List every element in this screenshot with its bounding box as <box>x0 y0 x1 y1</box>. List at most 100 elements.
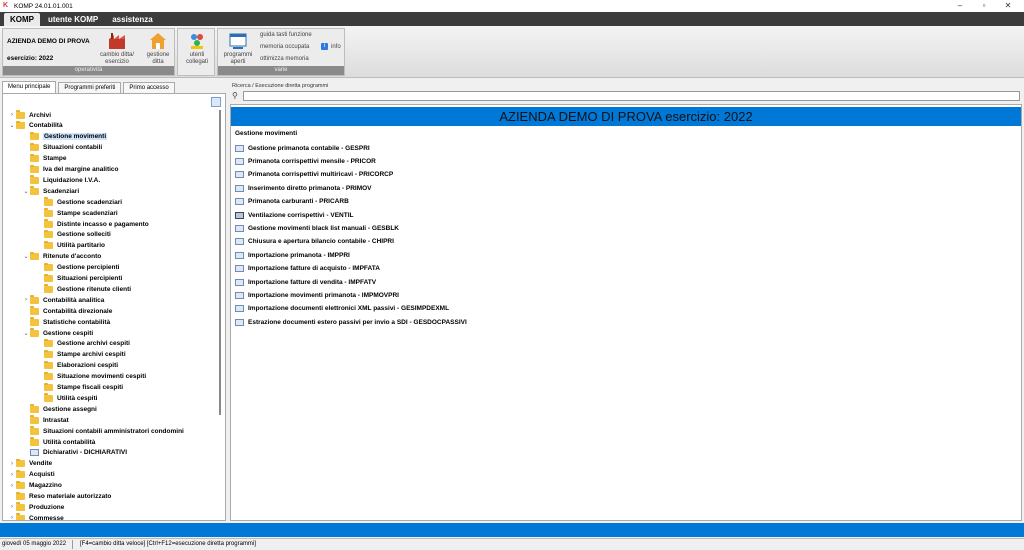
tree-item[interactable]: Iva del margine analitico <box>22 164 119 175</box>
cambio-ditta-button[interactable]: cambio ditta/ esercizio <box>97 32 137 66</box>
collapse-chevron-icon[interactable]: ⌄ <box>22 188 30 195</box>
tree-item[interactable]: › Produzione <box>8 502 64 512</box>
expand-chevron-icon[interactable]: › <box>8 483 16 489</box>
tree-item[interactable]: Contabilità direzionale <box>22 306 112 316</box>
expand-chevron-icon[interactable]: › <box>8 461 16 467</box>
collapse-chevron-icon[interactable]: ⌄ <box>8 122 16 129</box>
tree-item[interactable]: ⌄ Scadenziari <box>22 186 79 196</box>
expand-chevron-icon[interactable]: › <box>22 297 30 303</box>
tree-item-label: Distinte incasso e pagamento <box>57 220 149 228</box>
folder-icon <box>30 404 39 413</box>
tree-item-label: Liquidazione I.V.A. <box>43 176 101 184</box>
tree-item[interactable]: Utilità cespiti <box>36 393 97 403</box>
tree-item[interactable]: Intrastat <box>22 415 69 425</box>
folder-icon <box>16 120 25 130</box>
tree-scrollbar[interactable] <box>219 110 221 415</box>
collapse-chevron-icon[interactable]: ⌄ <box>22 330 30 337</box>
expand-chevron-icon[interactable]: › <box>8 515 16 520</box>
tree-item[interactable]: Situazioni percipienti <box>36 273 122 284</box>
tree-item[interactable]: Stampe scadenziari <box>36 208 118 218</box>
tab-menu-principale[interactable]: Menu principale <box>2 81 57 93</box>
folder-icon <box>30 426 39 435</box>
tree-item[interactable]: › Acquisti <box>8 469 55 480</box>
expand-chevron-icon[interactable]: › <box>8 472 16 478</box>
tree-item[interactable]: ⌄ Gestione cespiti <box>22 328 93 338</box>
info-link[interactable]: info <box>331 44 341 50</box>
tree-item[interactable]: › Contabilità analitica <box>22 295 104 305</box>
program-item[interactable]: Importazione movimenti primanota - IMPMO… <box>235 290 399 300</box>
tab-programmi-preferiti[interactable]: Programmi preferiti <box>58 82 122 93</box>
tree-item[interactable]: Utilità contabilità <box>22 437 95 447</box>
program-item[interactable]: Estrazione documenti estero passivi per … <box>235 317 467 327</box>
tree-item[interactable]: Gestione solleciti <box>36 229 111 240</box>
tree-item[interactable]: Stampe <box>22 153 66 164</box>
guida-tasti-link[interactable]: guida tasti funzione <box>260 32 312 38</box>
programmi-aperti-button[interactable]: programmi aperti <box>221 32 255 66</box>
tree-item[interactable]: Dichiarativi - DICHIARATIVI <box>22 448 127 458</box>
collapse-tree-icon[interactable] <box>211 97 221 107</box>
tab-komp[interactable]: KOMP <box>4 13 40 26</box>
tree-item[interactable]: Situazioni contabili amministratori cond… <box>22 426 184 436</box>
maximize-button[interactable]: ▫ <box>972 0 996 12</box>
tab-primo-accesso[interactable]: Primo accesso <box>123 82 175 93</box>
program-item[interactable]: Primanota corrispettivi mensile - PRICOR <box>235 156 376 166</box>
tree-item[interactable]: Elaborazioni cespiti <box>36 360 118 371</box>
program-item[interactable]: Gestione movimenti black list manuali - … <box>235 223 399 233</box>
tree-item[interactable]: Utilità partitario <box>36 240 105 251</box>
tree-item[interactable]: Gestione scadenziari <box>36 197 122 207</box>
ribbon: AZIENDA DEMO DI PROVA esercizio: 2022 ca… <box>0 26 1024 78</box>
tree-item[interactable]: › Archivi <box>8 110 51 120</box>
collapse-chevron-icon[interactable]: ⌄ <box>22 253 30 260</box>
program-item[interactable]: Importazione documenti elettronici XML p… <box>235 304 449 314</box>
tree-item[interactable]: Stampe archivi cespiti <box>36 349 126 360</box>
tree-item[interactable]: Stampe fiscali cespiti <box>36 382 123 393</box>
program-item[interactable]: Gestione primanota contabile - GESPRI <box>235 143 370 153</box>
tree-item[interactable]: › Vendite <box>8 458 52 469</box>
program-item[interactable]: Importazione fatture di vendita - IMPFAT… <box>235 277 376 287</box>
expand-chevron-icon[interactable]: › <box>8 504 16 510</box>
folder-icon <box>16 480 25 490</box>
tree-item[interactable]: Distinte incasso e pagamento <box>36 219 149 229</box>
program-label: Chiusura e apertura bilancio contabile -… <box>248 238 394 246</box>
program-item[interactable]: Chiusura e apertura bilancio contabile -… <box>235 237 394 247</box>
tree-item[interactable]: Gestione assegni <box>22 404 97 414</box>
minimize-button[interactable]: – <box>948 0 972 12</box>
tree-item-label: Situazioni contabili <box>43 144 103 152</box>
tree-item[interactable]: Liquidazione I.V.A. <box>22 175 100 185</box>
tree-item[interactable]: ⌄ Ritenute d'acconto <box>22 251 101 262</box>
tree-item[interactable]: Gestione archivi cespiti <box>36 338 130 349</box>
tree-item[interactable]: Gestione movimenti <box>22 131 108 142</box>
tab-utente-komp[interactable]: utente KOMP <box>42 13 104 26</box>
tree-item[interactable]: › Commesse <box>8 513 64 520</box>
tree-item[interactable]: Gestione percipienti <box>36 262 120 273</box>
program-item[interactable]: Primanota carburanti - PRICARB <box>235 197 349 207</box>
program-item[interactable]: Importazione primanota - IMPPRI <box>235 250 350 260</box>
search-icon[interactable]: ⚲ <box>232 91 241 100</box>
gestione-ditta-button[interactable]: gestione ditta <box>143 32 173 66</box>
tree-item[interactable]: Gestione ritenute clienti <box>36 284 131 294</box>
memoria-occupata-link[interactable]: memoria occupata <box>260 44 309 50</box>
program-item[interactable]: Primanota corrispettivi multiricavi - PR… <box>235 170 393 180</box>
program-label: Importazione primanota - IMPPRI <box>248 251 350 259</box>
tree-item-label: Statistiche contabilità <box>43 318 111 326</box>
program-item[interactable]: Ventilazione corrispettivi - VENTIL <box>235 210 353 220</box>
tree-item[interactable]: ⌄ Contabilità <box>8 120 63 131</box>
tree-item-label: Gestione ritenute clienti <box>57 285 132 293</box>
program-item[interactable]: Inserimento diretto primanota - PRIMOV <box>235 183 372 193</box>
tree-item[interactable]: Situazioni contabili <box>22 142 103 153</box>
tree-item[interactable]: Reso materiale autorizzato <box>8 491 111 502</box>
tree-item-label: Iva del margine analitico <box>43 166 119 173</box>
ottimizza-memoria-link[interactable]: ottimizza memoria <box>260 56 309 62</box>
expand-chevron-icon[interactable]: › <box>8 112 16 118</box>
search-input[interactable] <box>243 91 1020 101</box>
program-item[interactable]: Importazione fatture di acquisto - IMPFA… <box>235 264 380 274</box>
tree-item[interactable]: Statistiche contabilità <box>22 317 110 327</box>
close-button[interactable]: ✕ <box>996 0 1020 12</box>
tree-item[interactable]: › Magazzino <box>8 480 62 491</box>
folder-icon <box>44 349 53 359</box>
group-label-operativita: operatività <box>3 66 174 75</box>
utenti-collegati-button[interactable]: utenti collegati <box>181 32 213 66</box>
tree-item[interactable]: Situazione movimenti cespiti <box>36 371 146 382</box>
folder-icon <box>44 393 53 402</box>
tab-assistenza[interactable]: assistenza <box>106 13 158 26</box>
